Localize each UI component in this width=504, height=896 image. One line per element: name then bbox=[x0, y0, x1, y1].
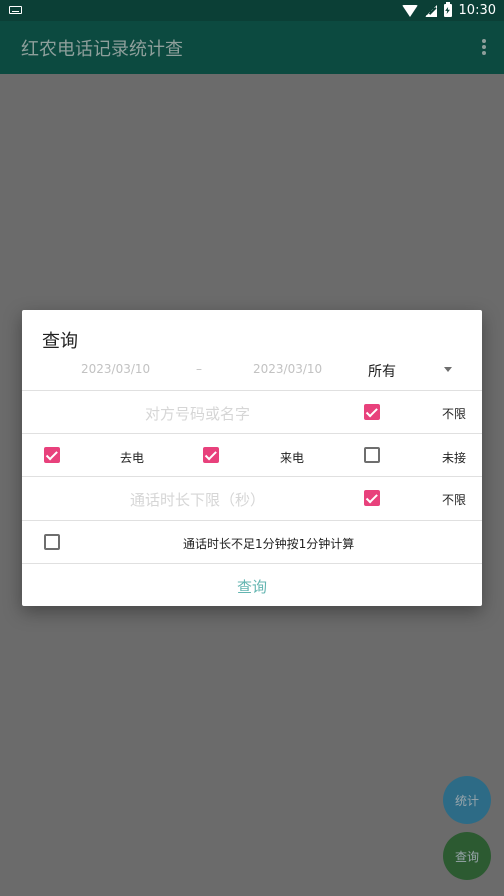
keyboard-icon bbox=[9, 6, 22, 14]
outgoing-label: 去电 bbox=[120, 451, 145, 465]
app-bar: 红农电话记录统计查 bbox=[0, 21, 504, 74]
date-from-field[interactable]: 2023/03/10 bbox=[81, 362, 150, 376]
incoming-checkbox[interactable] bbox=[203, 447, 219, 463]
divider bbox=[22, 520, 482, 521]
wifi-icon bbox=[401, 4, 418, 17]
status-icons: 10:30 bbox=[401, 0, 496, 21]
divider bbox=[22, 563, 482, 564]
duration-unlimited-checkbox[interactable] bbox=[364, 490, 380, 506]
status-bar: 10:30 bbox=[0, 0, 504, 21]
dropdown-arrow-icon[interactable] bbox=[444, 367, 452, 372]
more-vert-icon[interactable] bbox=[482, 39, 486, 55]
battery-icon bbox=[443, 2, 452, 17]
missed-checkbox[interactable] bbox=[364, 447, 380, 463]
query-dialog: 查询 2023/03/10 – 2023/03/10 所有 对方号码或名字 不限… bbox=[22, 310, 482, 606]
outgoing-checkbox[interactable] bbox=[44, 447, 60, 463]
incoming-label: 来电 bbox=[280, 451, 305, 465]
dialog-title: 查询 bbox=[42, 331, 78, 352]
divider bbox=[22, 390, 482, 391]
confirm-query-button[interactable]: 查询 bbox=[22, 576, 482, 597]
number-input[interactable]: 对方号码或名字 bbox=[145, 403, 250, 424]
round-minute-label: 通话时长不足1分钟按1分钟计算 bbox=[183, 537, 355, 551]
divider bbox=[22, 433, 482, 434]
status-time: 10:30 bbox=[458, 3, 496, 18]
number-unlimited-checkbox[interactable] bbox=[364, 404, 380, 420]
call-type-spinner[interactable]: 所有 bbox=[368, 361, 396, 381]
divider bbox=[22, 476, 482, 477]
missed-label: 未接 bbox=[442, 451, 467, 465]
duration-input[interactable]: 通话时长下限（秒） bbox=[130, 489, 265, 510]
app-title: 红农电话记录统计查 bbox=[21, 39, 183, 60]
number-unlimited-label: 不限 bbox=[442, 407, 467, 421]
duration-unlimited-label: 不限 bbox=[442, 493, 467, 507]
round-minute-checkbox[interactable] bbox=[44, 534, 60, 550]
date-to-field[interactable]: 2023/03/10 bbox=[253, 362, 322, 376]
date-separator: – bbox=[196, 362, 202, 376]
stat-fab-button[interactable]: 统计 bbox=[443, 776, 491, 824]
query-fab-button[interactable]: 查询 bbox=[443, 832, 491, 880]
signal-icon bbox=[424, 4, 437, 17]
